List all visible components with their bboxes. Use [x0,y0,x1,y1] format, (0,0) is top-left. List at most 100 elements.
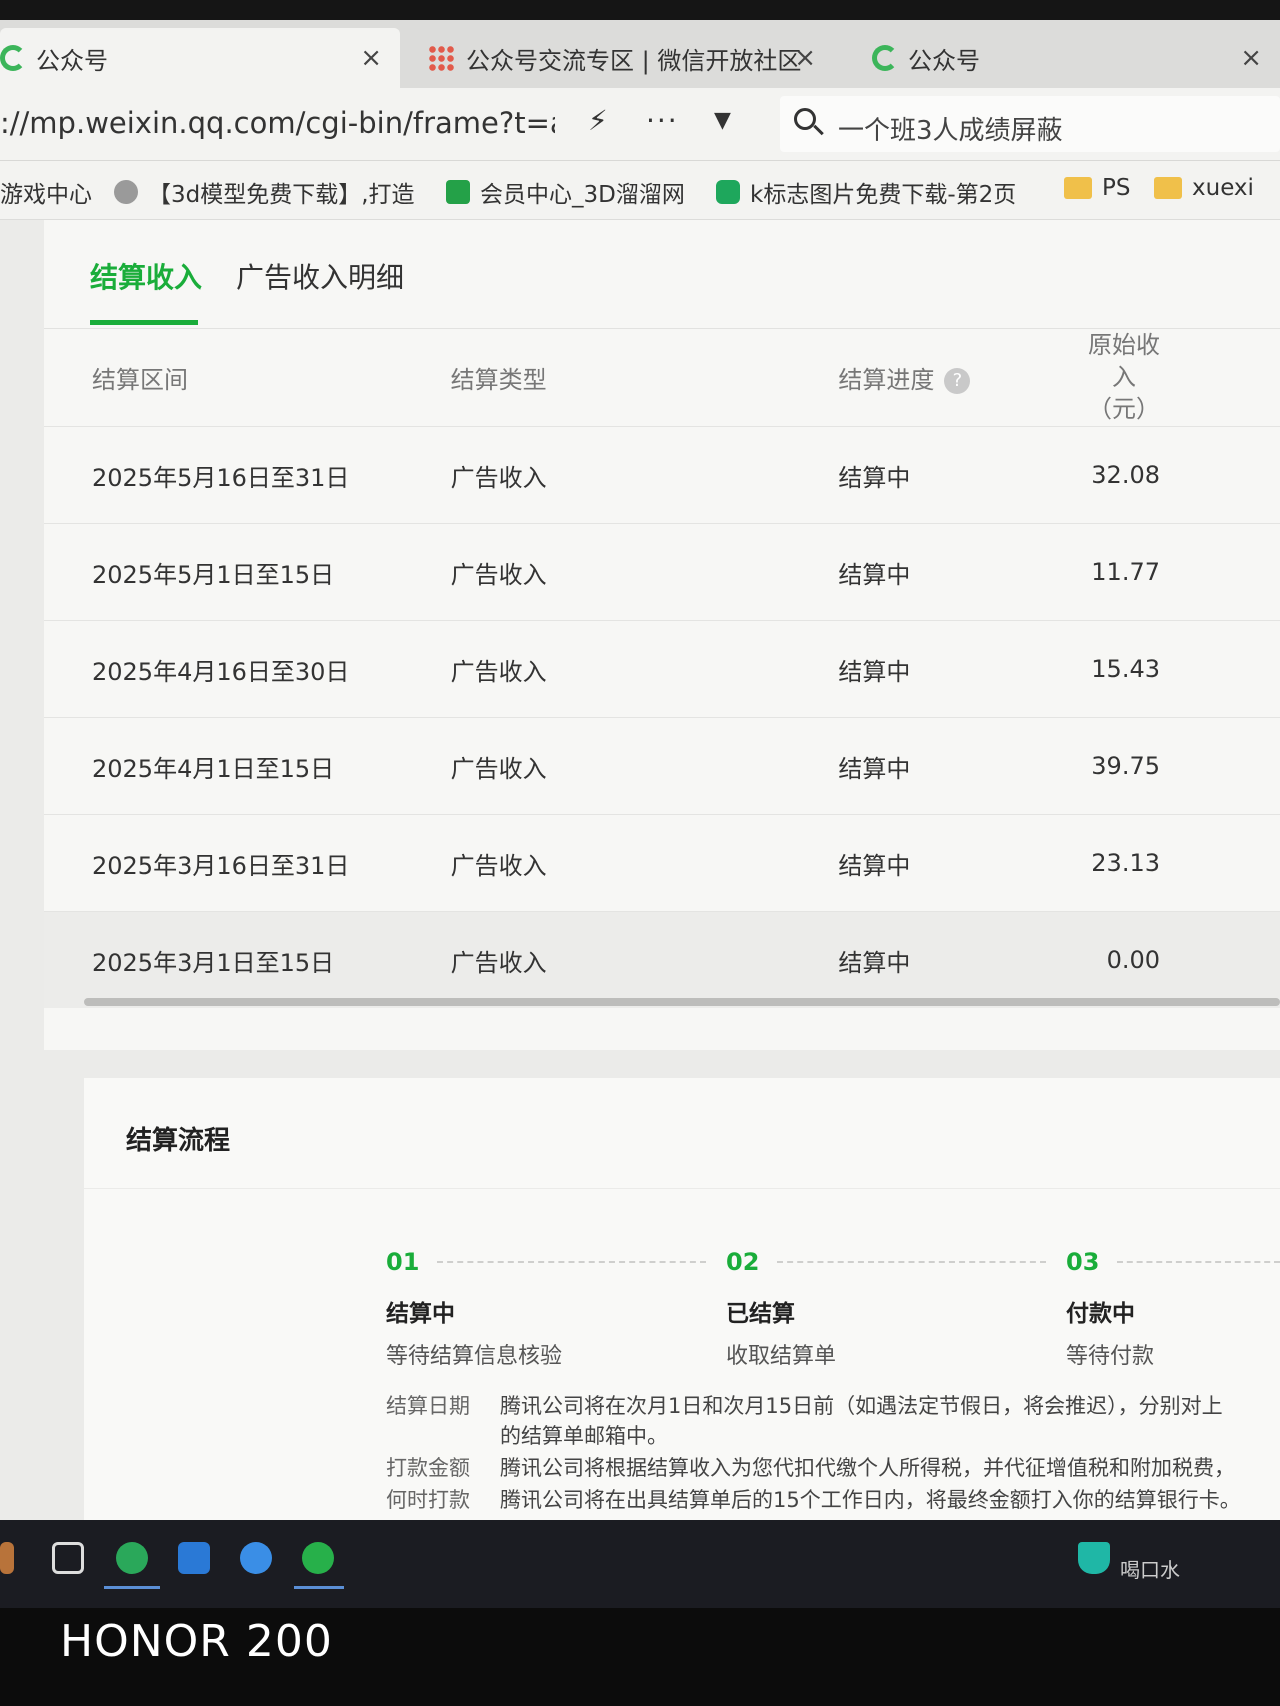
tab-title: 公众号交流专区 | 微信开放社区 [466,46,802,75]
settlement-flow-card: 结算流程 01 结算中 等待结算信息核验 02 已结算 收取结算单 03 付款中… [84,1078,1280,1558]
cell-amount: 39.75 [1087,717,1280,815]
cell-type: 广告收入 [449,814,838,912]
address-bar: ://mp.weixin.qq.com/cgi-bin/frame?t=ad_s… [0,88,1280,161]
bookmark-folder[interactable]: xuexi [1154,175,1254,201]
page-tabs: 结算收入 广告收入明细 [44,220,1280,329]
step-name: 结算中 [386,1301,455,1327]
wechat-taskbar-icon[interactable] [302,1542,334,1574]
wechat-logo-icon [872,45,898,71]
step-number: 02 [726,1248,1046,1276]
table-row: 2025年4月16日至30日 广告收入 结算中 15.43 [44,620,1280,718]
step-number-text: 01 [386,1248,420,1276]
monitor-bezel [0,0,1280,22]
flow-title: 结算流程 [126,1126,231,1156]
cell-period: 2025年5月1日至15日 [44,523,450,621]
info-line: 的结算单邮箱中。 [386,1420,668,1450]
browser-taskbar-icon[interactable] [116,1542,148,1574]
tab-ad-income-detail[interactable]: 广告收入明细 [236,256,404,296]
col-income-unit: （元） [1088,395,1160,423]
search-input[interactable]: 一个班3人成绩屏蔽 [838,110,1063,147]
cell-type: 广告收入 [449,717,838,815]
bookmark-item[interactable]: k标志图片免费下载-第2页 [716,175,1060,209]
bookmark-folder[interactable]: PS [1064,175,1130,201]
tab-settlement-income[interactable]: 结算收入 [90,256,202,296]
bookmark-item[interactable]: 【3d模型免费下载】,打造 [114,175,438,209]
info-line: 结算日期 腾讯公司将在次月1日和次月15日前（如遇法定节假日，将会推迟），分别对上 [386,1390,1223,1420]
browser-tab-3[interactable]: 公众号 × [850,28,1280,88]
cell-period: 2025年4月16日至30日 [44,620,450,718]
table-row: 2025年3月1日至15日 广告收入 结算中 0.00 [44,911,1280,1008]
active-app-indicator [104,1586,160,1589]
cell-status: 结算中 [837,426,1087,524]
bookmark-label: PS [1102,175,1131,201]
start-icon[interactable] [0,1542,14,1574]
col-period: 结算区间 [92,365,188,394]
taskbar: 喝口水 [0,1520,1280,1608]
step-name: 已结算 [726,1301,795,1327]
browser-tab-1[interactable]: 公众号 × [0,28,400,88]
drink-icon[interactable] [1078,1542,1110,1574]
url-field[interactable]: ://mp.weixin.qq.com/cgi-bin/frame?t=ad_s… [0,106,555,140]
page-content: 结算收入 广告收入明细 结算区间 结算类型 结算进度? 原始收入 （元） 202… [0,220,1280,1558]
settlement-table: 结算区间 结算类型 结算进度? 原始收入 （元） 2025年5月16日至31日 … [44,328,1280,1008]
folder-icon [1064,177,1092,199]
more-icon[interactable]: ··· [646,104,679,137]
tab-title: 公众号 [908,46,980,75]
mail-taskbar-icon[interactable] [178,1542,210,1574]
bookmark-label: 会员中心_3D溜溜网 [480,182,685,208]
site-favicon-icon [446,180,470,204]
tray-text: 喝口水 [1120,1558,1180,1582]
info-key: 结算日期 [386,1394,470,1418]
site-favicon-icon [716,180,740,204]
step-number-text: 03 [1066,1248,1100,1276]
step-connector [777,1261,1046,1263]
bookmarks-bar: 游戏中心 【3d模型免费下载】,打造 会员中心_3D溜溜网 k标志图片免费下载-… [0,161,1280,220]
cell-period: 2025年5月16日至31日 [44,426,450,524]
wechat-logo-icon [0,45,26,71]
step-number: 03 [1066,1248,1280,1276]
horizontal-scrollbar[interactable] [84,998,1280,1006]
col-status: 结算进度? [837,328,1087,427]
flow-step: 01 结算中 等待结算信息核验 [386,1248,706,1370]
table-header-row: 结算区间 结算类型 结算进度? 原始收入 （元） [44,328,1280,427]
bookmark-label: 【3d模型免费下载】,打造 [148,182,415,208]
step-desc: 等待付款 [1066,1344,1155,1369]
step-connector [437,1261,706,1263]
table-row: 2025年4月1日至15日 广告收入 结算中 39.75 [44,717,1280,815]
col-income-label: 原始收入 （元） [1088,329,1160,425]
step-desc: 等待结算信息核验 [386,1344,563,1369]
info-line: 打款金额 腾讯公司将根据结算收入为您代扣代缴个人所得税，并代征增值税和附加税费， [386,1452,1235,1482]
cell-status: 结算中 [837,814,1087,912]
info-value: 腾讯公司将根据结算收入为您代扣代缴个人所得税，并代征增值税和附加税费， [500,1456,1235,1480]
help-icon[interactable]: ? [944,367,971,394]
info-value: 的结算单邮箱中。 [500,1424,668,1448]
step-number: 01 [386,1248,706,1276]
table-row: 2025年5月16日至31日 广告收入 结算中 32.08 [44,426,1280,524]
screen: 公众号 × 公众号交流专区 | 微信开放社区 × 公众号 × ://mp.wei… [0,0,1280,1608]
search-box[interactable]: 一个班3人成绩屏蔽 [780,96,1280,152]
close-tab-icon[interactable]: × [1240,43,1262,73]
cell-status: 结算中 [837,523,1087,621]
step-name: 付款中 [1066,1301,1135,1327]
bookmark-item[interactable]: 会员中心_3D溜溜网 [446,175,685,209]
info-key: 打款金额 [386,1456,470,1480]
task-view-icon[interactable] [52,1542,84,1574]
step-connector [1117,1261,1280,1263]
cell-period: 2025年3月1日至15日 [44,911,450,1008]
community-logo-icon [428,45,454,71]
bookmark-item[interactable]: 游戏中心 [0,175,92,209]
close-tab-icon[interactable]: × [360,43,382,73]
info-line: 何时打款 腾讯公司将在出具结算单后的15个工作日内，将最终金额打入你的结算银行卡。 [386,1484,1241,1514]
chevron-down-icon[interactable]: ▼ [714,108,731,133]
active-tab-indicator [90,320,198,325]
app-taskbar-icon[interactable] [240,1542,272,1574]
browser-tab-2[interactable]: 公众号交流专区 | 微信开放社区 × [410,28,840,88]
bookmark-label: xuexi [1192,175,1254,201]
cell-type: 广告收入 [449,523,838,621]
col-income-title: 原始收入 [1088,331,1160,391]
lightning-icon[interactable]: ⚡ [588,104,608,137]
globe-icon [114,180,138,204]
info-key: 何时打款 [386,1488,470,1512]
table-row: 2025年3月16日至31日 广告收入 结算中 23.13 [44,814,1280,912]
close-tab-icon[interactable]: × [794,43,816,73]
